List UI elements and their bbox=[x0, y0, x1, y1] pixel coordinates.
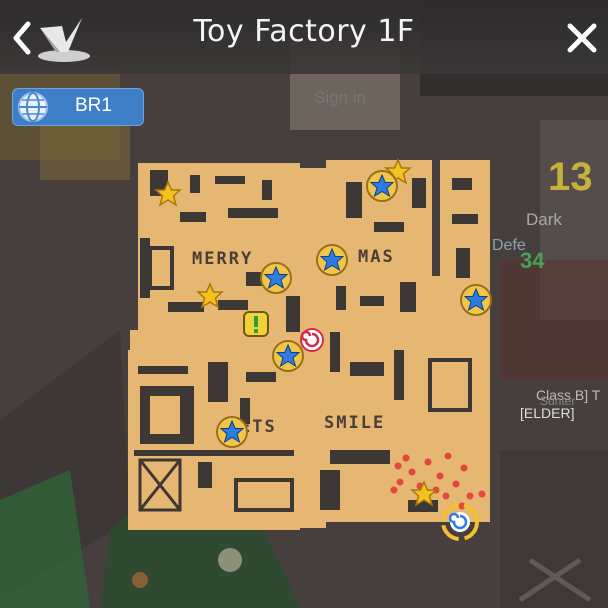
portal-star-icon[interactable] bbox=[366, 170, 398, 202]
quest-icon[interactable] bbox=[243, 311, 269, 337]
floor-word-smile: SMILE bbox=[324, 413, 385, 433]
portal-star-icon[interactable] bbox=[260, 262, 292, 294]
portal-star-icon[interactable] bbox=[216, 416, 248, 448]
swirl-icon[interactable] bbox=[300, 328, 324, 352]
portal-star-icon[interactable] bbox=[460, 284, 492, 316]
portal-star-icon[interactable] bbox=[316, 244, 348, 276]
floor-word-merry: MERRY bbox=[192, 249, 253, 269]
minimap[interactable]: MERRY MAS ETS SMILE bbox=[0, 0, 608, 608]
portal-star-icon[interactable] bbox=[272, 340, 304, 372]
floor-word-mas: MAS bbox=[358, 247, 395, 267]
